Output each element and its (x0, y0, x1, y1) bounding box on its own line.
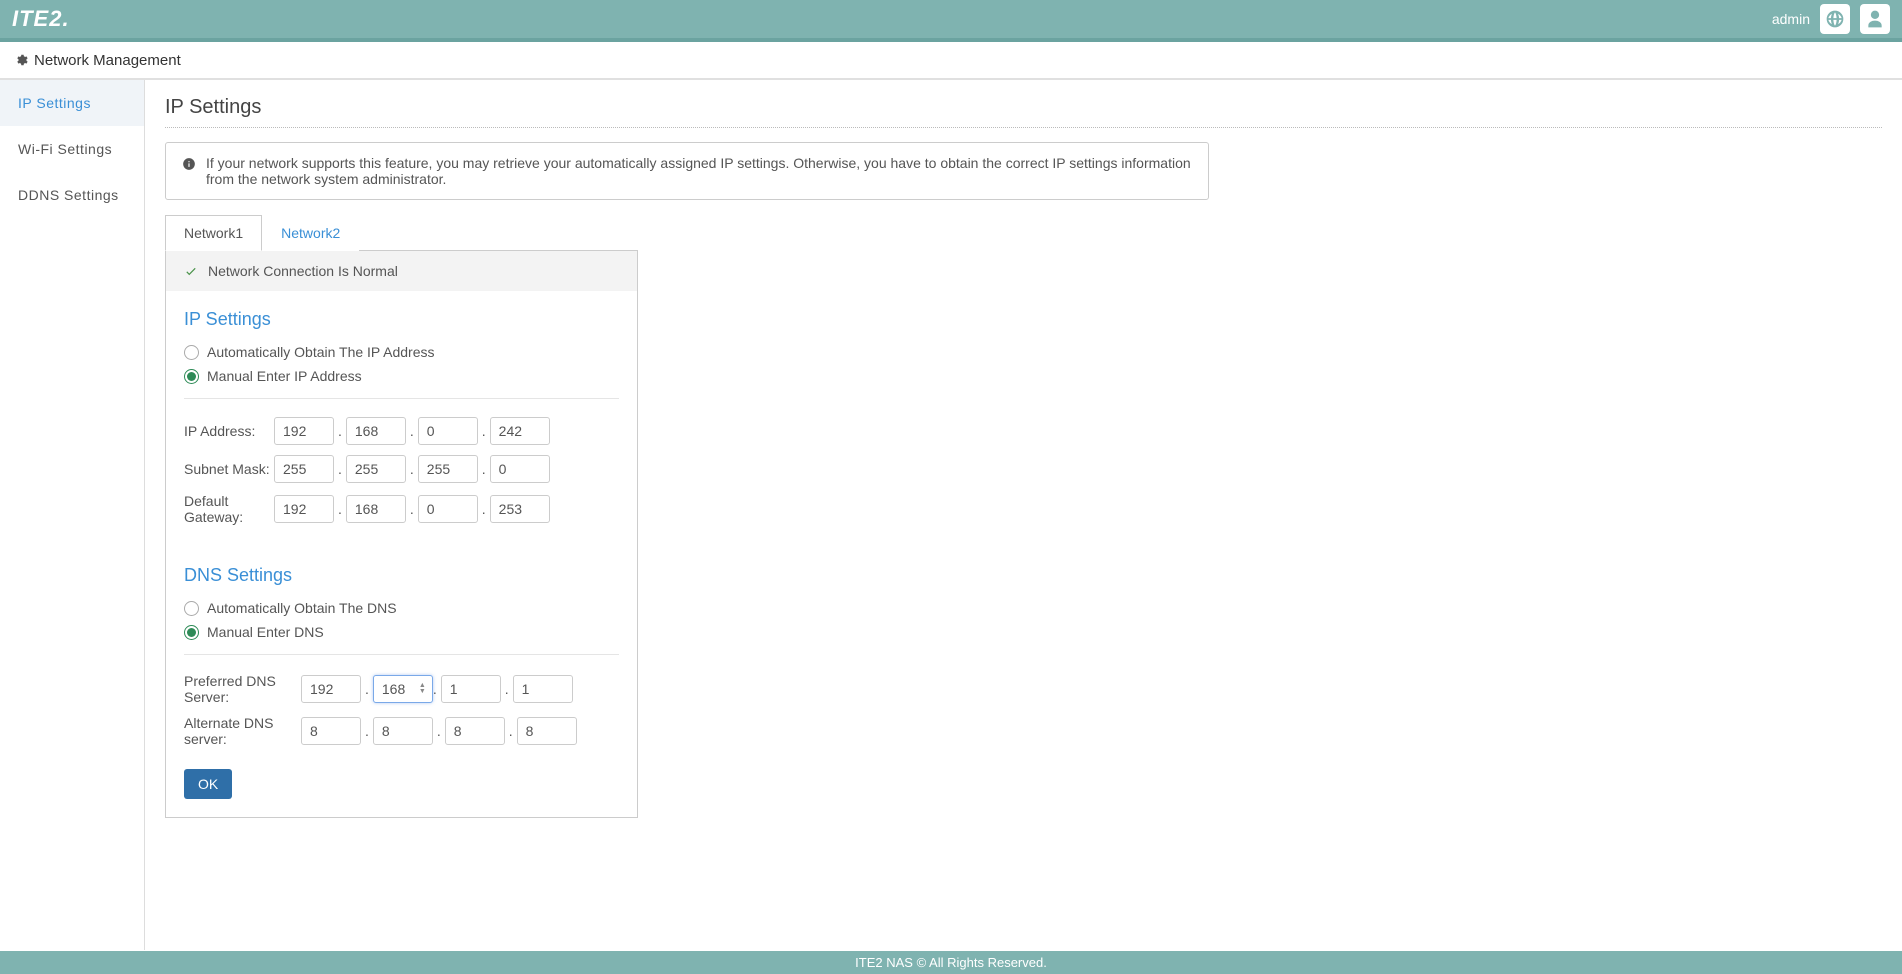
radio-icon (184, 625, 199, 640)
default-gateway-label: Default Gateway: (184, 493, 274, 525)
sidebar-item-ip-settings[interactable]: IP Settings (0, 80, 144, 126)
radio-label: Automatically Obtain The DNS (207, 600, 397, 616)
subnet-mask-label: Subnet Mask: (184, 461, 274, 477)
globe-icon[interactable] (1820, 4, 1850, 34)
sidebar: IP Settings Wi-Fi Settings DDNS Settings (0, 80, 145, 950)
alt-dns-octet-3[interactable] (445, 717, 505, 745)
info-box: If your network supports this feature, y… (165, 142, 1209, 200)
ip-address-row: IP Address: . . . (184, 417, 619, 445)
gear-icon (14, 53, 28, 67)
tab-network1[interactable]: Network1 (165, 215, 262, 251)
info-icon (182, 157, 196, 171)
radio-dns-manual[interactable]: Manual Enter DNS (184, 624, 619, 640)
topbar-right: admin (1772, 4, 1890, 34)
ip-octet-3[interactable] (418, 417, 478, 445)
title-divider (165, 127, 1882, 128)
tab-panel: Network Connection Is Normal IP Settings… (165, 250, 638, 818)
breadcrumb: Network Management (34, 52, 181, 69)
radio-icon (184, 345, 199, 360)
sidebar-item-wifi-settings[interactable]: Wi-Fi Settings (0, 126, 144, 172)
topbar: ITE2. admin (0, 0, 1902, 42)
ok-button[interactable]: OK (184, 769, 232, 799)
gw-octet-3[interactable] (418, 495, 478, 523)
mask-octet-4[interactable] (490, 455, 550, 483)
mask-octet-3[interactable] (418, 455, 478, 483)
alt-dns-octet-1[interactable] (301, 717, 361, 745)
divider (184, 398, 619, 399)
alt-dns-octet-4[interactable] (517, 717, 577, 745)
info-text: If your network supports this feature, y… (206, 155, 1192, 187)
main: IP Settings Wi-Fi Settings DDNS Settings… (0, 80, 1902, 950)
gw-octet-2[interactable] (346, 495, 406, 523)
pref-dns-octet-4[interactable] (513, 675, 573, 703)
status-text: Network Connection Is Normal (208, 263, 398, 279)
ip-address-label: IP Address: (184, 423, 274, 439)
preferred-dns-label: Preferred DNS Server: (184, 673, 301, 705)
radio-icon (184, 601, 199, 616)
content: IP Settings If your network supports thi… (145, 80, 1902, 950)
ip-octet-1[interactable] (274, 417, 334, 445)
dns-section: DNS Settings Automatically Obtain The DN… (166, 547, 637, 769)
radio-ip-manual[interactable]: Manual Enter IP Address (184, 368, 619, 384)
ok-wrap: OK (166, 769, 637, 817)
tab-network2[interactable]: Network2 (262, 215, 359, 251)
pref-dns-octet-3[interactable] (441, 675, 501, 703)
tabs: Network1 Network2 (165, 214, 638, 250)
alternate-dns-row: Alternate DNS server: . . . (184, 715, 619, 747)
ip-octet-2[interactable] (346, 417, 406, 445)
preferred-dns-row: Preferred DNS Server: . ▲▼. . (184, 673, 619, 705)
mask-octet-2[interactable] (346, 455, 406, 483)
radio-label: Automatically Obtain The IP Address (207, 344, 435, 360)
subnet-mask-row: Subnet Mask: . . . (184, 455, 619, 483)
radio-label: Manual Enter IP Address (207, 368, 362, 384)
user-icon[interactable] (1860, 4, 1890, 34)
default-gateway-row: Default Gateway: . . . (184, 493, 619, 525)
breadcrumb-bar: Network Management (0, 42, 1902, 80)
pref-dns-octet-2[interactable] (373, 675, 433, 703)
radio-icon (184, 369, 199, 384)
radio-dns-auto[interactable]: Automatically Obtain The DNS (184, 600, 619, 616)
footer: ITE2 NAS © All Rights Reserved. (0, 951, 1902, 974)
mask-octet-1[interactable] (274, 455, 334, 483)
page-title: IP Settings (165, 96, 1882, 119)
logo: ITE2. (12, 6, 70, 32)
gw-octet-1[interactable] (274, 495, 334, 523)
sidebar-item-ddns-settings[interactable]: DDNS Settings (0, 172, 144, 218)
ip-octet-4[interactable] (490, 417, 550, 445)
alternate-dns-label: Alternate DNS server: (184, 715, 301, 747)
user-label: admin (1772, 11, 1810, 27)
radio-label: Manual Enter DNS (207, 624, 324, 640)
pref-dns-octet-1[interactable] (301, 675, 361, 703)
alt-dns-octet-2[interactable] (373, 717, 433, 745)
status-bar: Network Connection Is Normal (166, 251, 637, 291)
ip-section-title: IP Settings (184, 309, 619, 330)
radio-ip-auto[interactable]: Automatically Obtain The IP Address (184, 344, 619, 360)
dns-section-title: DNS Settings (184, 565, 619, 586)
check-icon (184, 264, 198, 278)
gw-octet-4[interactable] (490, 495, 550, 523)
ip-section: IP Settings Automatically Obtain The IP … (166, 291, 637, 547)
divider (184, 654, 619, 655)
